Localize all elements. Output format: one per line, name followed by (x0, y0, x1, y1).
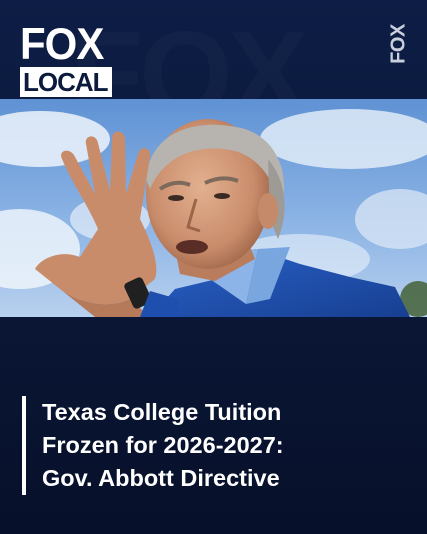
news-photo (0, 99, 427, 317)
headline: Texas College Tuition Frozen for 2026-20… (22, 396, 427, 495)
vertical-fox-mark: FOX (385, 18, 413, 70)
vertical-fox-text: FOX (387, 24, 410, 64)
headline-line-1: Texas College Tuition (42, 399, 282, 425)
headline-line-2: Frozen for 2026-2027: (42, 432, 284, 458)
logo-local-text: LOCAL (20, 67, 112, 97)
headline-line-3: Gov. Abbott Directive (42, 465, 280, 491)
fox-local-logo: FOX LOCAL (20, 18, 112, 97)
post-card: FOX FOX LOCAL FOX (0, 0, 427, 534)
logo-fox-text: FOX (20, 18, 104, 69)
